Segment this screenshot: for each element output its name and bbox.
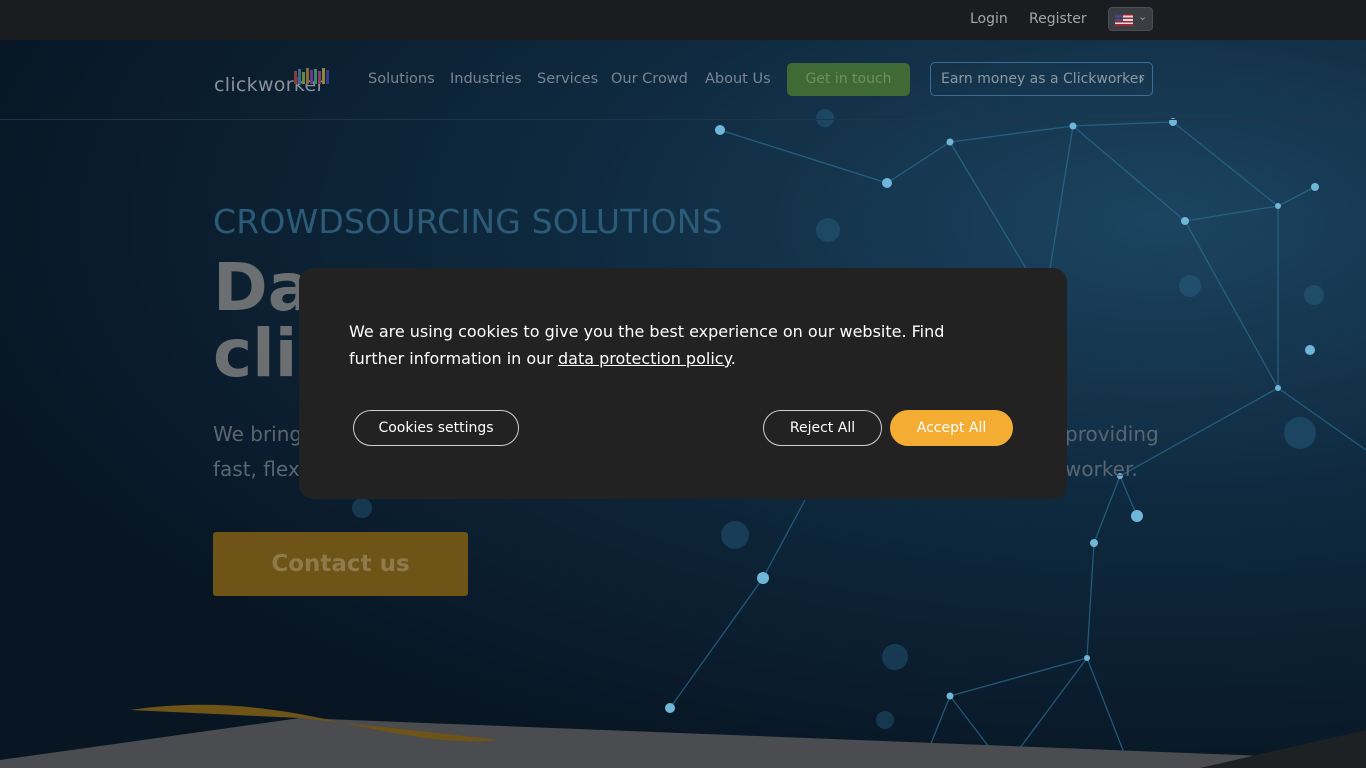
top-utility-bar: Login Register ⌄: [0, 0, 1366, 40]
lead-left-1: We bring: [213, 422, 303, 446]
language-selector[interactable]: ⌄: [1108, 7, 1153, 31]
cookie-message: We are using cookies to give you the bes…: [349, 318, 989, 372]
contact-us-button[interactable]: Contact us: [213, 532, 468, 596]
earn-money-label: Earn money as a Clickworker: [941, 71, 1145, 87]
login-link[interactable]: Login: [970, 11, 1008, 27]
main-navbar: clickworker Solutions Industries Service…: [0, 40, 1366, 120]
nav-about-us[interactable]: About Us: [705, 71, 771, 87]
cookie-consent-modal: We are using cookies to give you the bes…: [299, 268, 1067, 499]
get-in-touch-button[interactable]: Get in touch: [787, 63, 910, 96]
nav-our-crowd[interactable]: Our Crowd: [611, 71, 688, 87]
reject-all-button[interactable]: Reject All: [763, 410, 882, 446]
lead-right-2: worker.: [1065, 457, 1138, 481]
bottom-wave-shape: [0, 704, 1366, 768]
accept-all-button[interactable]: Accept All: [890, 410, 1013, 446]
data-protection-link[interactable]: data protection policy: [558, 349, 731, 368]
earn-money-button[interactable]: Earn money as a Clickworker ›: [930, 62, 1153, 96]
us-flag-icon: [1115, 14, 1133, 26]
cookies-settings-button[interactable]: Cookies settings: [353, 410, 519, 446]
nav-services[interactable]: Services: [537, 71, 598, 87]
nav-solutions[interactable]: Solutions: [368, 71, 435, 87]
chevron-down-icon: ⌄: [1138, 10, 1148, 23]
cookie-message-period: .: [730, 349, 736, 368]
nav-industries[interactable]: Industries: [450, 71, 522, 87]
hero-eyebrow: CROWDSOURCING SOLUTIONS: [213, 202, 723, 241]
chevron-right-icon: ›: [1138, 69, 1145, 88]
lead-right-1: providing: [1065, 422, 1159, 446]
crowd-people-icon: [294, 68, 329, 84]
register-link[interactable]: Register: [1029, 11, 1087, 27]
clickworker-logo[interactable]: clickworker: [214, 66, 334, 98]
